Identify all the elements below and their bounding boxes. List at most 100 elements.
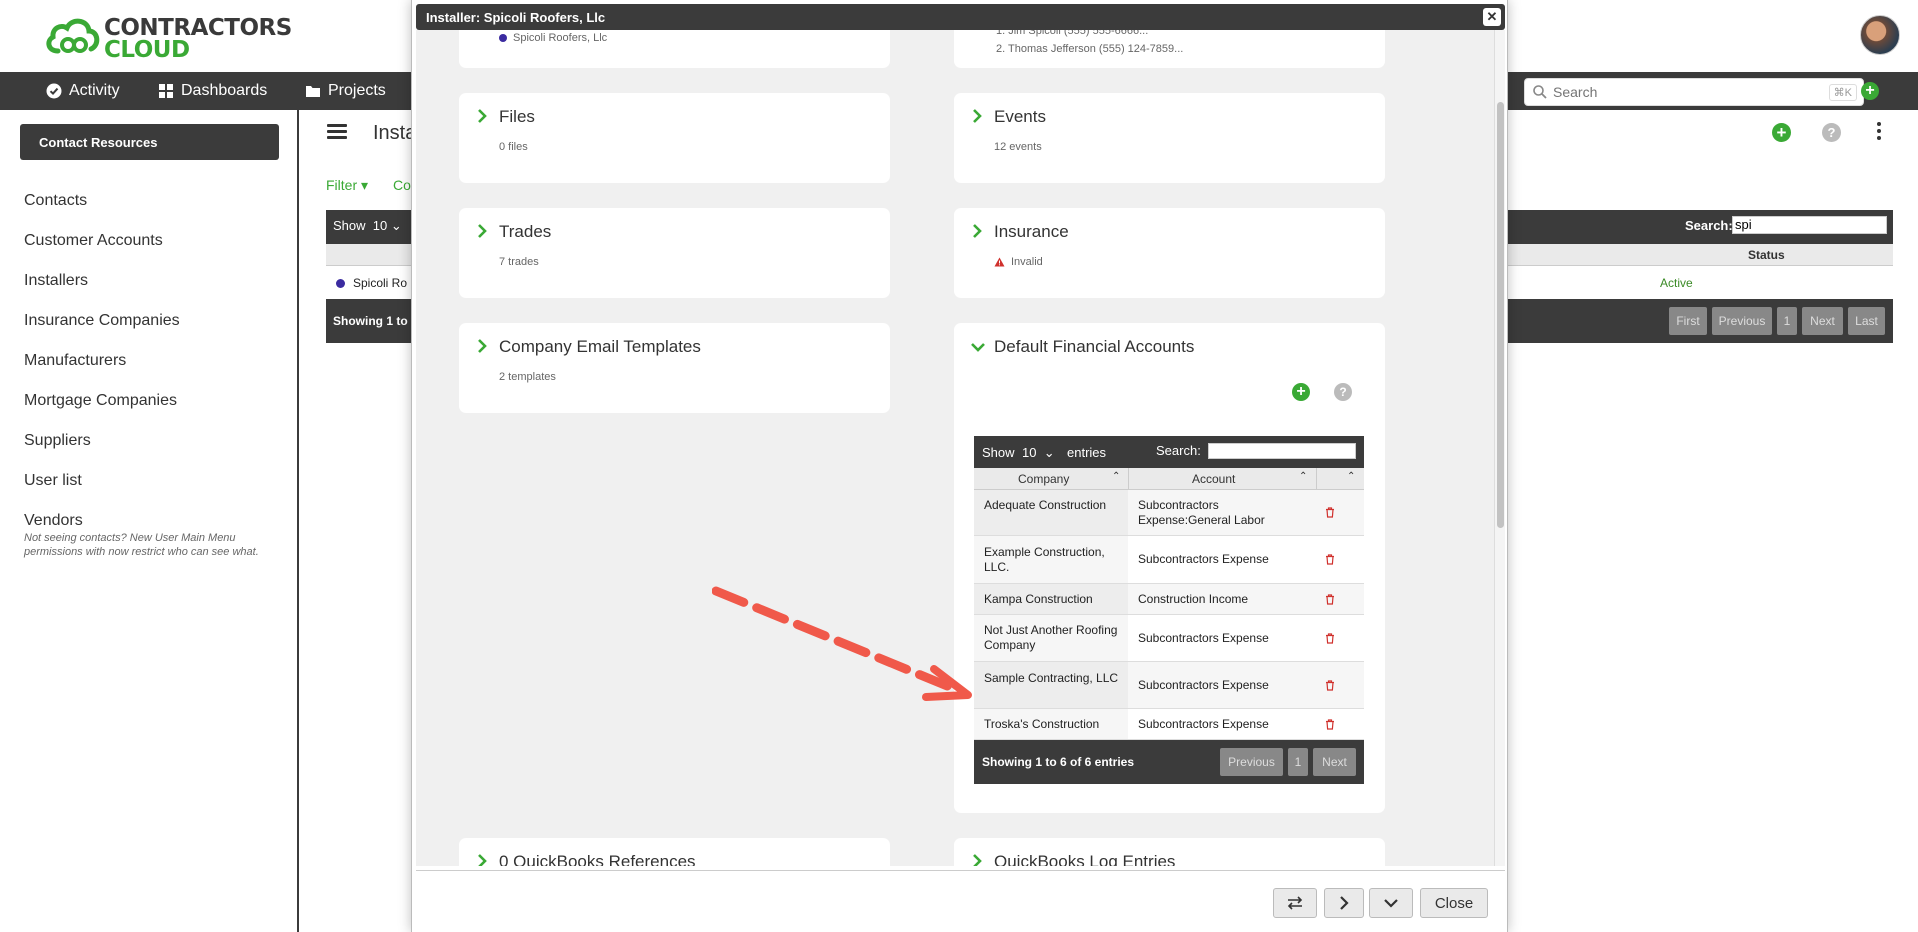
page-last-button[interactable]: Last bbox=[1848, 307, 1885, 335]
filter-dropdown[interactable]: Filter ▾ bbox=[326, 177, 368, 194]
card-company-partial: Spicoli Roofers, Llc bbox=[459, 30, 890, 68]
swap-button[interactable] bbox=[1273, 888, 1317, 918]
menu-icon[interactable] bbox=[327, 124, 347, 140]
sort-asc-icon[interactable]: ⌃ bbox=[1347, 471, 1355, 482]
help-icon[interactable]: ? bbox=[1822, 123, 1841, 142]
nav-projects[interactable]: Projects bbox=[305, 72, 386, 110]
sort-asc-icon[interactable]: ⌃ bbox=[1299, 471, 1307, 482]
trash-icon[interactable] bbox=[1325, 719, 1335, 730]
fa-table-toolbar: Show 10 ⌄ entries Search: bbox=[974, 436, 1364, 468]
fa-cell-company: Kampa Construction bbox=[984, 592, 1093, 606]
expand-button[interactable] bbox=[1369, 888, 1413, 918]
trash-icon[interactable] bbox=[1325, 594, 1335, 605]
card-files-sub: 0 files bbox=[499, 141, 528, 153]
sidebar-item-suppliers[interactable]: Suppliers bbox=[24, 432, 91, 450]
company-item[interactable]: Spicoli Roofers, Llc bbox=[499, 32, 607, 44]
table-search-input[interactable]: spi bbox=[1732, 216, 1887, 234]
sort-asc-icon[interactable]: ⌃ bbox=[1112, 471, 1120, 482]
show-label: Show bbox=[333, 218, 366, 233]
table-row[interactable]: Sample Contracting, LLC Subcontractors E… bbox=[974, 662, 1364, 709]
fa-previous-button[interactable]: Previous bbox=[1220, 748, 1283, 776]
page-first-button[interactable]: First bbox=[1669, 307, 1707, 335]
add-icon[interactable]: + bbox=[1861, 82, 1879, 100]
sidebar-item-insurance-companies[interactable]: Insurance Companies bbox=[24, 312, 180, 330]
card-qb-references[interactable]: 0 QuickBooks References bbox=[459, 838, 890, 866]
sidebar-item-vendors[interactable]: Vendors bbox=[24, 512, 83, 530]
warning-icon bbox=[994, 257, 1005, 267]
help-icon[interactable]: ? bbox=[1334, 383, 1352, 401]
close-button[interactable]: Close bbox=[1420, 888, 1488, 918]
trash-icon[interactable] bbox=[1325, 554, 1335, 565]
sidebar-item-manufacturers[interactable]: Manufacturers bbox=[24, 352, 126, 370]
sidebar: Contact Resources Contacts Customer Acco… bbox=[0, 110, 299, 932]
scrollbar-thumb[interactable] bbox=[1497, 102, 1504, 528]
fa-cell-account: Subcontractors Expense bbox=[1138, 678, 1269, 692]
insurance-status: Invalid bbox=[994, 256, 1043, 268]
table-row[interactable]: Troska's Construction Subcontractors Exp… bbox=[974, 709, 1364, 740]
fa-cell-account: Subcontractors Expense bbox=[1138, 717, 1269, 731]
add-installer-icon[interactable]: + bbox=[1772, 123, 1791, 142]
check-circle-icon bbox=[46, 83, 62, 99]
modal-body: Spicoli Roofers, Llc 1. Jim Spicoli (555… bbox=[416, 30, 1494, 866]
card-trades-sub: 7 trades bbox=[499, 256, 539, 268]
sidebar-header[interactable]: Contact Resources bbox=[20, 124, 279, 160]
table-row[interactable]: Example Construction, LLC. Subcontractor… bbox=[974, 536, 1364, 584]
chevron-down-icon[interactable] bbox=[971, 342, 985, 352]
card-email-templates[interactable]: Company Email Templates 2 templates bbox=[459, 323, 890, 413]
fa-show-select[interactable]: 10 ⌄ bbox=[1022, 445, 1062, 463]
card-events[interactable]: Events 12 events bbox=[954, 93, 1385, 183]
fa-search-label: Search: bbox=[1156, 443, 1201, 458]
fa-col-account[interactable]: Account bbox=[1192, 472, 1235, 486]
chevron-right-icon bbox=[478, 109, 487, 123]
next-record-button[interactable] bbox=[1324, 888, 1364, 918]
more-options-icon[interactable] bbox=[1877, 122, 1883, 142]
table-row[interactable]: Adequate Construction Subcontractors Exp… bbox=[974, 490, 1364, 536]
chevron-right-icon bbox=[973, 109, 982, 123]
global-search-input[interactable] bbox=[1553, 84, 1813, 100]
page-previous-button[interactable]: Previous bbox=[1712, 307, 1772, 335]
fa-cell-company: Sample Contracting, LLC bbox=[984, 671, 1119, 685]
card-insurance[interactable]: Insurance Invalid bbox=[954, 208, 1385, 298]
nav-activity[interactable]: Activity bbox=[46, 72, 120, 110]
status-dot-icon bbox=[499, 34, 507, 42]
fa-next-button[interactable]: Next bbox=[1313, 748, 1356, 776]
global-search[interactable]: ⌘K bbox=[1524, 78, 1864, 106]
table-row-name[interactable]: Spicoli Ro bbox=[336, 276, 407, 290]
sidebar-item-customer-accounts[interactable]: Customer Accounts bbox=[24, 232, 163, 250]
page-1-button[interactable]: 1 bbox=[1777, 307, 1797, 335]
card-qb-log[interactable]: QuickBooks Log Entries bbox=[954, 838, 1385, 866]
add-account-icon[interactable]: + bbox=[1292, 383, 1310, 401]
sidebar-item-user-list[interactable]: User list bbox=[24, 472, 82, 490]
modal-title-bar[interactable]: Installer: Spicoli Roofers, Llc ✕ bbox=[416, 4, 1505, 30]
close-icon[interactable]: ✕ bbox=[1483, 8, 1501, 26]
fa-table-footer: Showing 1 to 6 of 6 entries Previous 1 N… bbox=[974, 740, 1364, 784]
fa-showing-info: Showing 1 to 6 of 6 entries bbox=[982, 755, 1135, 769]
show-entries[interactable]: Show 10 ⌄ bbox=[333, 218, 402, 234]
nav-dashboards[interactable]: Dashboards bbox=[158, 72, 267, 110]
sidebar-item-installers[interactable]: Installers bbox=[24, 272, 88, 290]
chevron-right-icon bbox=[478, 224, 487, 238]
trash-icon[interactable] bbox=[1325, 507, 1335, 518]
fa-page-1-button[interactable]: 1 bbox=[1288, 748, 1308, 776]
chevron-right-icon bbox=[478, 339, 487, 353]
app-logo[interactable]: CONTRACTORS CLOUD bbox=[44, 15, 292, 62]
sidebar-item-contacts[interactable]: Contacts bbox=[24, 192, 87, 210]
card-files[interactable]: Files 0 files bbox=[459, 93, 890, 183]
contact-item[interactable]: 2. Thomas Jefferson (555) 124-7859... bbox=[996, 40, 1183, 58]
card-events-title: Events bbox=[994, 107, 1046, 126]
fa-search-input[interactable] bbox=[1208, 443, 1356, 459]
card-trades[interactable]: Trades 7 trades bbox=[459, 208, 890, 298]
sidebar-item-mortgage-companies[interactable]: Mortgage Companies bbox=[24, 392, 177, 410]
modal-scrollbar[interactable] bbox=[1494, 30, 1505, 866]
columns-link[interactable]: Co bbox=[393, 177, 411, 193]
trash-icon[interactable] bbox=[1325, 633, 1335, 644]
contact-item[interactable]: 1. Jim Spicoli (555) 555-6666... bbox=[996, 30, 1183, 40]
status-column-header[interactable]: Status bbox=[1748, 248, 1785, 262]
user-avatar[interactable] bbox=[1860, 15, 1900, 55]
page-next-button[interactable]: Next bbox=[1802, 307, 1843, 335]
table-row[interactable]: Kampa Construction Construction Income bbox=[974, 584, 1364, 615]
card-accounts-title[interactable]: Default Financial Accounts bbox=[994, 337, 1194, 357]
table-row[interactable]: Not Just Another Roofing Company Subcont… bbox=[974, 615, 1364, 662]
fa-col-company[interactable]: Company bbox=[1018, 472, 1069, 486]
trash-icon[interactable] bbox=[1325, 680, 1335, 691]
